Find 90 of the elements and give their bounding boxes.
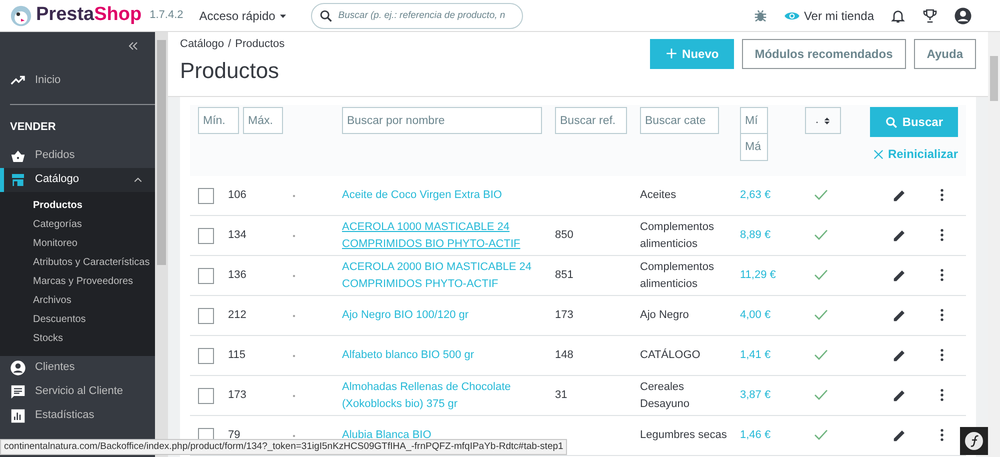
submenu-item[interactable]: Atributos y Características [0, 252, 155, 272]
store-icon [10, 172, 26, 188]
id-cell: 79 [228, 429, 240, 442]
caret-icon [279, 12, 288, 20]
collapse-icon[interactable] [127, 40, 139, 52]
id-cell: 173 [228, 389, 246, 402]
scrollbar-thumb[interactable] [990, 56, 998, 101]
price-cell: 4,00 € [740, 309, 771, 322]
view-store-link[interactable]: Ver mi tienda [784, 6, 874, 24]
bell-icon[interactable] [890, 8, 906, 24]
link-url-tooltip: continentalnatura.com/Backoffice/index.php/product/form/134?_token=31igI5nKzHCS09GTfIHA_-frnPQFZ-mfqIPaYb-Rdtc#tab-step1 [0, 438, 568, 455]
id-cell: 115 [228, 349, 246, 362]
reference-cell: 851 [555, 269, 574, 282]
category-cell: CATÁLOGO [640, 349, 700, 362]
sidebar-item[interactable]: Catálogo [0, 168, 155, 192]
id-cell: 106 [228, 189, 246, 202]
brand-logo[interactable]: PrestaShop [36, 1, 142, 30]
submenu-item[interactable]: Descuentos [0, 310, 155, 328]
close-icon [872, 148, 884, 160]
price-cell: 3,87 € [740, 389, 771, 402]
user-avatar-icon[interactable] [954, 6, 972, 24]
row-checkbox[interactable] [198, 268, 214, 284]
plus-icon [665, 47, 678, 60]
debug-toolbar-icon[interactable] [960, 427, 988, 455]
scrollbar-thumb[interactable] [157, 40, 166, 265]
category-cell: Ajo Negro [640, 309, 689, 322]
submenu-item[interactable]: Monitoreo [0, 234, 155, 252]
price-cell: 8,89 € [740, 229, 771, 242]
filter-field[interactable]: Má [740, 134, 768, 161]
edit-icon[interactable] [892, 308, 907, 323]
sidebar-item[interactable]: Inicio [0, 68, 155, 92]
submenu-item[interactable]: Stocks [0, 328, 155, 348]
filter-field[interactable]: Máx. [243, 107, 283, 134]
filter-field[interactable]: Buscar cate [640, 107, 719, 134]
action-button[interactable]: Módulos recomendados [742, 38, 906, 68]
filter-field[interactable]: Buscar ref. [555, 107, 627, 134]
edit-icon[interactable] [892, 188, 907, 203]
category-cell: Legumbres secas [640, 429, 727, 442]
edit-icon[interactable] [892, 388, 907, 403]
user-icon [10, 360, 26, 376]
breadcrumb-separator: / [228, 37, 232, 52]
price-cell: 1,41 € [740, 349, 771, 362]
version-text: 1.7.4.2 [150, 8, 184, 24]
reference-cell: 31 [555, 389, 568, 402]
submenu-item[interactable]: Productos [0, 196, 155, 214]
breadcrumb-link[interactable]: Catálogo [180, 36, 224, 52]
row-checkbox[interactable] [198, 308, 214, 324]
category-cell: Complementos alimenticios [640, 261, 714, 290]
row-checkbox[interactable] [198, 348, 214, 364]
filter-field[interactable]: Mí [740, 107, 768, 134]
filter-field[interactable]: Buscar por nombre [342, 107, 542, 134]
edit-icon[interactable] [892, 228, 907, 243]
action-button[interactable]: Ayuda [914, 38, 976, 68]
chart-icon [10, 408, 26, 424]
category-cell: Cereales Desayuno [640, 381, 690, 410]
id-cell: 134 [228, 229, 246, 242]
row-checkbox[interactable] [198, 188, 214, 204]
row-checkbox[interactable] [198, 388, 214, 404]
price-cell: 1,46 € [740, 429, 771, 442]
logo-icon [10, 4, 32, 26]
edit-icon[interactable] [892, 348, 907, 363]
reference-cell: 173 [555, 309, 574, 322]
price-cell: 2,63 € [740, 189, 771, 202]
reference-cell: 850 [555, 229, 574, 242]
search-field[interactable]: Buscar (p. ej.: referencia de producto, n [311, 2, 524, 28]
row-checkbox[interactable] [198, 228, 214, 244]
search-icon [885, 116, 898, 128]
trophy-icon[interactable] [922, 8, 938, 24]
breadcrumb-link[interactable]: Productos [235, 36, 285, 52]
submenu-item[interactable]: Categorías [0, 214, 155, 234]
submenu-item[interactable]: Archivos [0, 290, 155, 310]
category-cell: Complementos alimenticios [640, 221, 714, 250]
sidebar-item[interactable]: Pedidos [0, 144, 155, 168]
chat-icon [10, 384, 26, 400]
category-cell: Aceites [640, 189, 676, 202]
sidebar-item[interactable]: Clientes [0, 356, 155, 380]
sidebar-item[interactable]: Estadísticas [0, 404, 155, 428]
reference-cell: 148 [555, 349, 574, 362]
sidebar-item[interactable]: Servicio al Cliente [0, 380, 155, 404]
bug-icon[interactable] [752, 8, 768, 23]
id-cell: 212 [228, 309, 246, 322]
active-filter-select[interactable]: . [805, 107, 841, 134]
edit-icon[interactable] [892, 428, 907, 443]
submenu-item[interactable]: Marcas y Proveedores [0, 272, 155, 290]
id-cell: 136 [228, 269, 246, 282]
page-title: Productos [180, 58, 280, 84]
quick-access-menu[interactable]: Acceso rápido [199, 6, 288, 24]
edit-icon[interactable] [892, 268, 907, 283]
price-cell: 11,29 € [740, 269, 776, 282]
filter-field[interactable]: Mín. [198, 107, 239, 134]
